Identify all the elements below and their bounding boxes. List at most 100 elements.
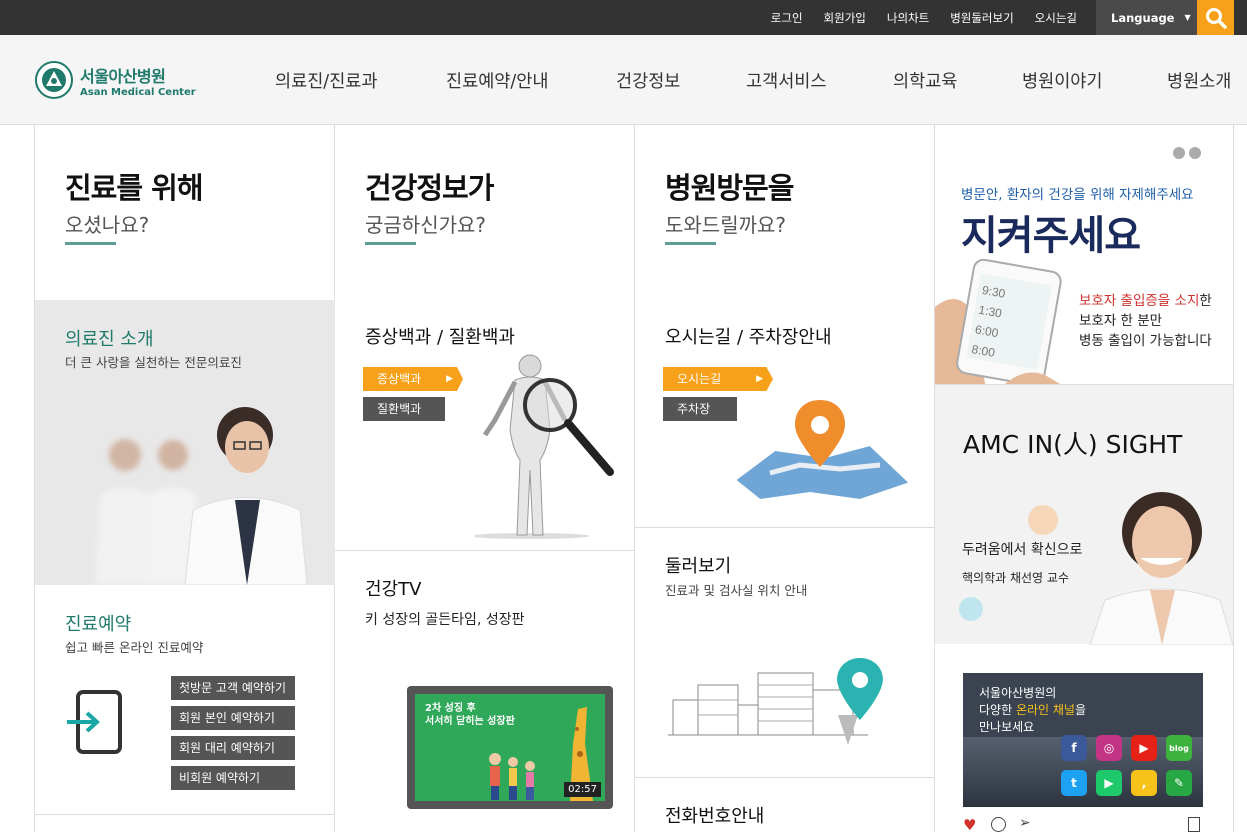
col3-title: 병원방문을 — [665, 171, 794, 205]
col1-subtitle: 오셨나요? — [65, 213, 150, 237]
banner-note1: 보호자 출입증을 소지한 — [1079, 293, 1212, 309]
tv-desc: 키 성장의 골든타임, 성장판 — [365, 612, 525, 628]
nav-hospital-story[interactable]: 병원이야기 — [1022, 68, 1103, 93]
parking-button[interactable]: 주차장 — [663, 397, 737, 421]
signup-link[interactable]: 회원가입 — [824, 10, 866, 26]
bookmark-icon[interactable] — [1188, 817, 1200, 832]
language-select[interactable]: Language ▼ — [1096, 0, 1197, 35]
divider — [635, 527, 934, 528]
tv-video-thumbnail[interactable]: 2차 성징 후 서서히 닫히는 성장판 02:57 — [407, 686, 613, 809]
play-icon[interactable]: ▶ — [1096, 770, 1122, 796]
disease-encyc-button[interactable]: 질환백과 — [363, 397, 445, 421]
kakao-story-icon[interactable]: , — [1131, 770, 1157, 796]
insight-title: AMC IN(人) SIGHT — [963, 430, 1183, 459]
banner-note3: 병동 출입이 가능합니다 — [1079, 333, 1212, 349]
nav-health-info[interactable]: 건강정보 — [616, 68, 680, 93]
chevron-right-icon: ▶ — [446, 374, 453, 384]
column-treatment: 진료를 위해오셨나요? 의료진 소개 더 큰 사랑을 실천하는 전문의료진 진료… — [34, 125, 335, 832]
decor-circle-blue — [959, 597, 983, 621]
map-title: 오시는길 / 주차장안내 — [665, 327, 832, 348]
slide-dot-2[interactable] — [1189, 147, 1201, 159]
column-banners: 병문안, 환자의 건강을 위해 자제해주세요 지켜주세요 9:30 1:30 6:0… — [935, 125, 1234, 834]
banner-note2: 보호자 한 분만 — [1079, 313, 1163, 329]
banner-headline: 지켜주세요 — [961, 213, 1141, 259]
col3-subtitle: 도와드릴까요? — [665, 213, 787, 237]
youtube-icon[interactable]: ▶ — [1131, 735, 1157, 761]
member-reserve-button[interactable]: 회원 본인 예약하기 — [171, 706, 295, 730]
insight-line1: 두려움에서 확신으로 — [962, 542, 1083, 558]
staff-desc: 더 큰 사랑을 실천하는 전문의료진 — [65, 355, 242, 370]
facebook-icon[interactable]: f — [1061, 735, 1087, 761]
symptom-encyc-label: 증상백과 — [377, 372, 422, 386]
directions-label: 오시는길 — [677, 372, 722, 386]
main-navigation: 서울아산병원 Asan Medical Center 의료진/진료과 진료예약/… — [0, 35, 1247, 125]
staff-section[interactable]: 의료진 소개 더 큰 사랑을 실천하는 전문의료진 — [35, 300, 335, 585]
my-chart-link[interactable]: 나의차트 — [887, 10, 929, 26]
slide-dot-1[interactable] — [1173, 147, 1185, 159]
professor-photo — [1089, 492, 1233, 645]
phone-in-hand-image: 9:301:306:008:00 — [935, 258, 1062, 384]
proxy-reserve-button[interactable]: 회원 대리 예약하기 — [171, 736, 295, 760]
logo[interactable]: 서울아산병원 Asan Medical Center — [34, 60, 196, 100]
map-pin-illustration — [733, 400, 912, 502]
chevron-right-icon: ▶ — [756, 374, 763, 384]
col2-title: 건강정보가 — [365, 171, 494, 205]
symptom-encyc-button[interactable]: 증상백과 ▶ — [363, 367, 463, 391]
caret-down-icon: ▼ — [1184, 13, 1191, 22]
column-health-info: 건강정보가궁금하신가요? 증상백과 / 질환백과 증상백과 ▶ 질환백과 건강TV… — [335, 125, 635, 832]
nav-doctors[interactable]: 의료진/진료과 — [275, 68, 378, 93]
insight-line2: 핵의학과 채선영 교수 — [962, 571, 1069, 585]
col2-subtitle: 궁금하신가요? — [365, 213, 487, 237]
tv-title: 건강TV — [365, 579, 422, 600]
amc-insight-banner[interactable]: AMC IN(人) SIGHT 두려움에서 확신으로 핵의학과 채선영 교수 — [935, 384, 1233, 645]
nav-about[interactable]: 병원소개 — [1167, 68, 1231, 93]
tour-title: 둘러보기 — [665, 556, 732, 577]
title-underline — [665, 242, 716, 245]
anatomy-magnifier-image — [475, 354, 614, 539]
decor-circle-orange — [1028, 505, 1058, 535]
login-door-icon — [67, 690, 122, 754]
visiting-notice-banner[interactable]: 병문안, 환자의 건강을 위해 자제해주세요 지켜주세요 9:30 1:30 6:0… — [935, 125, 1233, 384]
post-icon[interactable]: ✎ — [1166, 770, 1192, 796]
nonmember-reserve-button[interactable]: 비회원 예약하기 — [171, 766, 295, 790]
logo-english: Asan Medical Center — [80, 86, 196, 98]
divider — [635, 777, 934, 778]
blog-icon[interactable]: blog — [1166, 735, 1192, 761]
encyc-title: 증상백과 / 질환백과 — [365, 327, 515, 348]
phone-title: 전화번호안내 — [665, 806, 765, 827]
social-channels-banner[interactable]: 서울아산병원의 다양한 온라인 채널을 만나보세요 f ◎ ▶ blog t ▶… — [963, 673, 1203, 807]
search-button[interactable] — [1197, 0, 1234, 35]
banner-line1: 병문안, 환자의 건강을 위해 자제해주세요 — [961, 187, 1194, 203]
reserve-title: 진료예약 — [65, 614, 132, 635]
video-screen: 2차 성징 후 서서히 닫히는 성장판 02:57 — [415, 694, 605, 801]
divider — [335, 550, 634, 551]
heart-icon[interactable]: ♥ — [963, 816, 976, 834]
directions-link[interactable]: 오시는길 — [1035, 10, 1077, 26]
asan-seal-icon — [35, 61, 73, 99]
reserve-desc: 쉽고 빠른 온라인 진료예약 — [65, 640, 204, 655]
language-label: Language — [1111, 10, 1175, 25]
column-visit: 병원방문을도와드릴까요? 오시는길 / 주차장안내 오시는길 ▶ 주차장 둘러보기… — [635, 125, 935, 832]
first-visit-reserve-button[interactable]: 첫방문 고객 예약하기 — [171, 676, 295, 700]
tour-desc: 진료과 및 검사실 위치 안내 — [665, 583, 808, 598]
comment-icon[interactable] — [991, 817, 1006, 832]
title-underline — [65, 242, 116, 245]
hospital-tour-link[interactable]: 병원둘러보기 — [950, 10, 1013, 26]
share-icon[interactable]: ➢ — [1019, 815, 1031, 831]
login-link[interactable]: 로그인 — [771, 10, 803, 26]
col1-title: 진료를 위해 — [65, 171, 203, 205]
directions-button[interactable]: 오시는길 ▶ — [663, 367, 773, 391]
utility-links: 로그인 회원가입 나의차트 병원둘러보기 오시는길 — [771, 0, 1077, 35]
nav-reservation[interactable]: 진료예약/안내 — [446, 68, 549, 93]
twitter-icon[interactable]: t — [1061, 770, 1087, 796]
nav-customer-service[interactable]: 고객서비스 — [746, 68, 827, 93]
hospital-building-illustration — [668, 658, 883, 745]
social-text: 서울아산병원의 다양한 온라인 채널을 만나보세요 — [979, 686, 1086, 734]
search-icon — [1205, 7, 1227, 29]
divider — [35, 814, 334, 815]
staff-title: 의료진 소개 — [65, 329, 154, 350]
video-duration: 02:57 — [564, 782, 601, 797]
top-utility-bar: 로그인 회원가입 나의차트 병원둘러보기 오시는길 Language ▼ — [0, 0, 1247, 35]
instagram-icon[interactable]: ◎ — [1096, 735, 1122, 761]
nav-medical-education[interactable]: 의학교육 — [893, 68, 957, 93]
